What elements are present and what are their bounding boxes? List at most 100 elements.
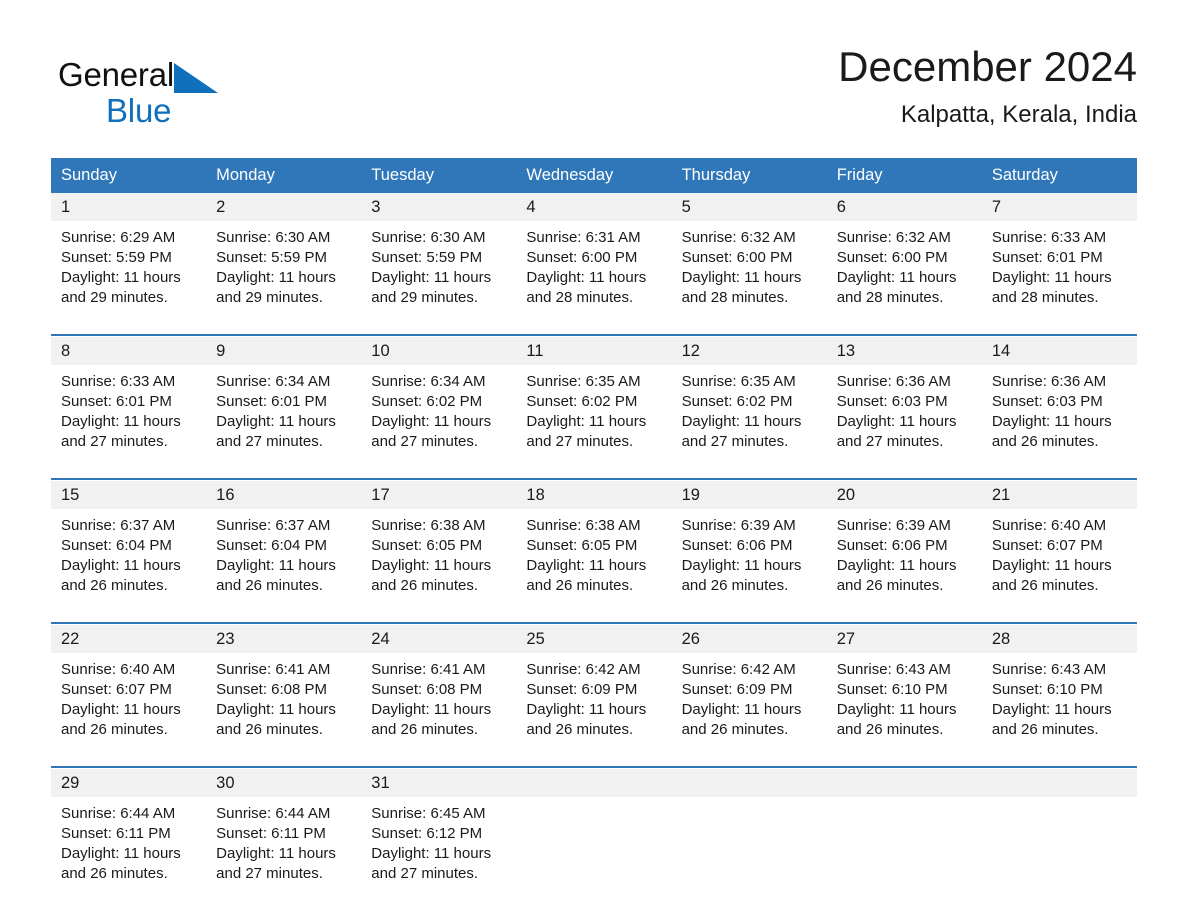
day-number-cell[interactable]: 27 bbox=[826, 625, 982, 653]
daylight-text-line1: Daylight: 11 hours bbox=[216, 413, 336, 430]
day-number-cell[interactable]: 8 bbox=[51, 337, 207, 365]
day-number-cell[interactable]: 15 bbox=[51, 481, 207, 509]
day-number-cell[interactable]: 23 bbox=[206, 625, 362, 653]
day-cell[interactable]: Sunrise: 6:39 AM Sunset: 6:06 PM Daylight:… bbox=[671, 509, 827, 613]
day-number-cell[interactable]: 24 bbox=[361, 625, 517, 653]
day-cell[interactable]: Sunrise: 6:44 AM Sunset: 6:11 PM Daylight:… bbox=[51, 797, 207, 901]
sunset-text: Sunset: 6:01 PM bbox=[216, 393, 328, 410]
day-cell[interactable]: Sunrise: 6:36 AM Sunset: 6:03 PM Daylight:… bbox=[981, 365, 1137, 469]
day-cell[interactable]: Sunrise: 6:39 AM Sunset: 6:06 PM Daylight:… bbox=[826, 509, 982, 613]
sunset-text: Sunset: 6:01 PM bbox=[61, 393, 172, 410]
day-details: Sunrise: 6:31 AM Sunset: 6:00 PM Daylight:… bbox=[526, 228, 663, 308]
sunset-text: Sunset: 5:59 PM bbox=[216, 249, 328, 266]
daylight-text-line1: Daylight: 11 hours bbox=[216, 701, 336, 718]
day-cell[interactable]: Sunrise: 6:45 AM Sunset: 6:12 PM Daylight:… bbox=[361, 797, 517, 901]
day-cell[interactable]: Sunrise: 6:33 AM Sunset: 6:01 PM Daylight:… bbox=[981, 221, 1137, 325]
day-number-cell[interactable]: 7 bbox=[981, 193, 1137, 221]
day-number-cell[interactable]: 2 bbox=[206, 193, 362, 221]
sunset-text: Sunset: 6:08 PM bbox=[371, 681, 483, 698]
day-number-cell[interactable]: 12 bbox=[671, 337, 827, 365]
day-cell[interactable]: Sunrise: 6:38 AM Sunset: 6:05 PM Daylight:… bbox=[516, 509, 672, 613]
daylight-text-line2: and 26 minutes. bbox=[61, 865, 168, 882]
day-number-cell[interactable]: 6 bbox=[826, 193, 982, 221]
day-cell[interactable]: Sunrise: 6:44 AM Sunset: 6:11 PM Daylight:… bbox=[206, 797, 362, 901]
week-rule bbox=[51, 478, 1137, 480]
day-cell[interactable]: Sunrise: 6:35 AM Sunset: 6:02 PM Daylight:… bbox=[671, 365, 827, 469]
day-number-cell[interactable]: 1 bbox=[51, 193, 207, 221]
day-cell[interactable]: Sunrise: 6:41 AM Sunset: 6:08 PM Daylight:… bbox=[206, 653, 362, 757]
day-number-cell[interactable]: 5 bbox=[671, 193, 827, 221]
weekday-header-monday: Monday bbox=[206, 158, 362, 193]
day-cell[interactable]: Sunrise: 6:43 AM Sunset: 6:10 PM Daylight:… bbox=[981, 653, 1137, 757]
day-cell[interactable]: Sunrise: 6:43 AM Sunset: 6:10 PM Daylight:… bbox=[826, 653, 982, 757]
day-cell[interactable]: Sunrise: 6:29 AM Sunset: 5:59 PM Daylight:… bbox=[51, 221, 207, 325]
sunset-text: Sunset: 6:00 PM bbox=[681, 249, 793, 266]
sunset-text: Sunset: 6:00 PM bbox=[526, 249, 638, 266]
day-cell[interactable]: Sunrise: 6:30 AM Sunset: 5:59 PM Daylight:… bbox=[206, 221, 362, 325]
day-number-cell[interactable]: 21 bbox=[981, 481, 1137, 509]
day-details: Sunrise: 6:41 AM Sunset: 6:08 PM Daylight:… bbox=[371, 660, 508, 740]
day-number-cell[interactable]: 11 bbox=[516, 337, 672, 365]
daylight-text-line2: and 26 minutes. bbox=[836, 721, 944, 738]
day-cell[interactable]: Sunrise: 6:37 AM Sunset: 6:04 PM Daylight:… bbox=[206, 509, 362, 613]
day-cell[interactable]: Sunrise: 6:36 AM Sunset: 6:03 PM Daylight:… bbox=[826, 365, 982, 469]
sunset-text: Sunset: 6:06 PM bbox=[836, 537, 948, 554]
day-number-cell[interactable]: 10 bbox=[361, 337, 517, 365]
day-cell-empty bbox=[516, 797, 672, 901]
day-number-cell[interactable]: 18 bbox=[516, 481, 672, 509]
day-details: Sunrise: 6:42 AM Sunset: 6:09 PM Daylight:… bbox=[682, 660, 819, 740]
day-number-cell[interactable]: 29 bbox=[51, 769, 207, 797]
sunrise-text: Sunrise: 6:38 AM bbox=[371, 517, 486, 534]
day-cell[interactable]: Sunrise: 6:41 AM Sunset: 6:08 PM Daylight:… bbox=[361, 653, 517, 757]
day-number-cell[interactable]: 19 bbox=[671, 481, 827, 509]
day-number-cell[interactable]: 9 bbox=[206, 337, 362, 365]
daylight-text-line1: Daylight: 11 hours bbox=[836, 413, 957, 430]
sunrise-text: Sunrise: 6:42 AM bbox=[526, 661, 641, 678]
day-number-cell[interactable]: 28 bbox=[981, 625, 1137, 653]
week-spacer bbox=[51, 613, 1137, 622]
week-spacer-row bbox=[51, 757, 1137, 766]
day-details: Sunrise: 6:36 AM Sunset: 6:03 PM Daylight:… bbox=[837, 372, 974, 452]
daylight-text-line2: and 26 minutes. bbox=[681, 721, 789, 738]
daylight-text-line2: and 26 minutes. bbox=[991, 577, 1099, 594]
day-number-cell[interactable]: 30 bbox=[206, 769, 362, 797]
day-cell[interactable]: Sunrise: 6:32 AM Sunset: 6:00 PM Daylight:… bbox=[671, 221, 827, 325]
day-cell[interactable]: Sunrise: 6:32 AM Sunset: 6:00 PM Daylight:… bbox=[826, 221, 982, 325]
day-cell[interactable]: Sunrise: 6:31 AM Sunset: 6:00 PM Daylight:… bbox=[516, 221, 672, 325]
day-number-cell[interactable]: 16 bbox=[206, 481, 362, 509]
day-number-cell[interactable]: 3 bbox=[361, 193, 517, 221]
daylight-text-line1: Daylight: 11 hours bbox=[61, 845, 181, 862]
day-cell[interactable]: Sunrise: 6:40 AM Sunset: 6:07 PM Daylight:… bbox=[981, 509, 1137, 613]
day-number-cell[interactable]: 20 bbox=[826, 481, 982, 509]
day-cell[interactable]: Sunrise: 6:33 AM Sunset: 6:01 PM Daylight:… bbox=[51, 365, 207, 469]
daylight-text-line1: Daylight: 11 hours bbox=[526, 413, 647, 430]
daylight-text-line2: and 26 minutes. bbox=[61, 721, 168, 738]
day-cell[interactable]: Sunrise: 6:37 AM Sunset: 6:04 PM Daylight:… bbox=[51, 509, 207, 613]
day-number-cell[interactable]: 26 bbox=[671, 625, 827, 653]
day-cell[interactable]: Sunrise: 6:42 AM Sunset: 6:09 PM Daylight:… bbox=[671, 653, 827, 757]
daylight-text-line1: Daylight: 11 hours bbox=[371, 701, 492, 718]
daylight-text-line2: and 26 minutes. bbox=[216, 721, 323, 738]
day-cell[interactable]: Sunrise: 6:40 AM Sunset: 6:07 PM Daylight:… bbox=[51, 653, 207, 757]
day-details: Sunrise: 6:43 AM Sunset: 6:10 PM Daylight:… bbox=[837, 660, 974, 740]
sunset-text: Sunset: 6:07 PM bbox=[61, 681, 172, 698]
day-number-cell[interactable]: 4 bbox=[516, 193, 672, 221]
day-cell[interactable]: Sunrise: 6:34 AM Sunset: 6:02 PM Daylight:… bbox=[361, 365, 517, 469]
day-number-cell[interactable]: 14 bbox=[981, 337, 1137, 365]
day-number-cell[interactable]: 25 bbox=[516, 625, 672, 653]
sunset-text: Sunset: 6:11 PM bbox=[61, 825, 171, 842]
sunrise-text: Sunrise: 6:40 AM bbox=[991, 517, 1107, 534]
daylight-text-line1: Daylight: 11 hours bbox=[526, 557, 647, 574]
day-number-cell[interactable]: 31 bbox=[361, 769, 517, 797]
day-cell[interactable]: Sunrise: 6:38 AM Sunset: 6:05 PM Daylight:… bbox=[361, 509, 517, 613]
day-cell[interactable]: Sunrise: 6:42 AM Sunset: 6:09 PM Daylight:… bbox=[516, 653, 672, 757]
week-spacer-row bbox=[51, 469, 1137, 478]
day-cell[interactable]: Sunrise: 6:30 AM Sunset: 5:59 PM Daylight:… bbox=[361, 221, 517, 325]
day-number-cell[interactable]: 13 bbox=[826, 337, 982, 365]
sunset-text: Sunset: 6:02 PM bbox=[526, 393, 638, 410]
day-cell[interactable]: Sunrise: 6:35 AM Sunset: 6:02 PM Daylight:… bbox=[516, 365, 672, 469]
day-number-cell[interactable]: 22 bbox=[51, 625, 207, 653]
general-blue-logo[interactable]: General Blue bbox=[58, 54, 258, 134]
day-cell[interactable]: Sunrise: 6:34 AM Sunset: 6:01 PM Daylight:… bbox=[206, 365, 362, 469]
day-number-cell[interactable]: 17 bbox=[361, 481, 517, 509]
